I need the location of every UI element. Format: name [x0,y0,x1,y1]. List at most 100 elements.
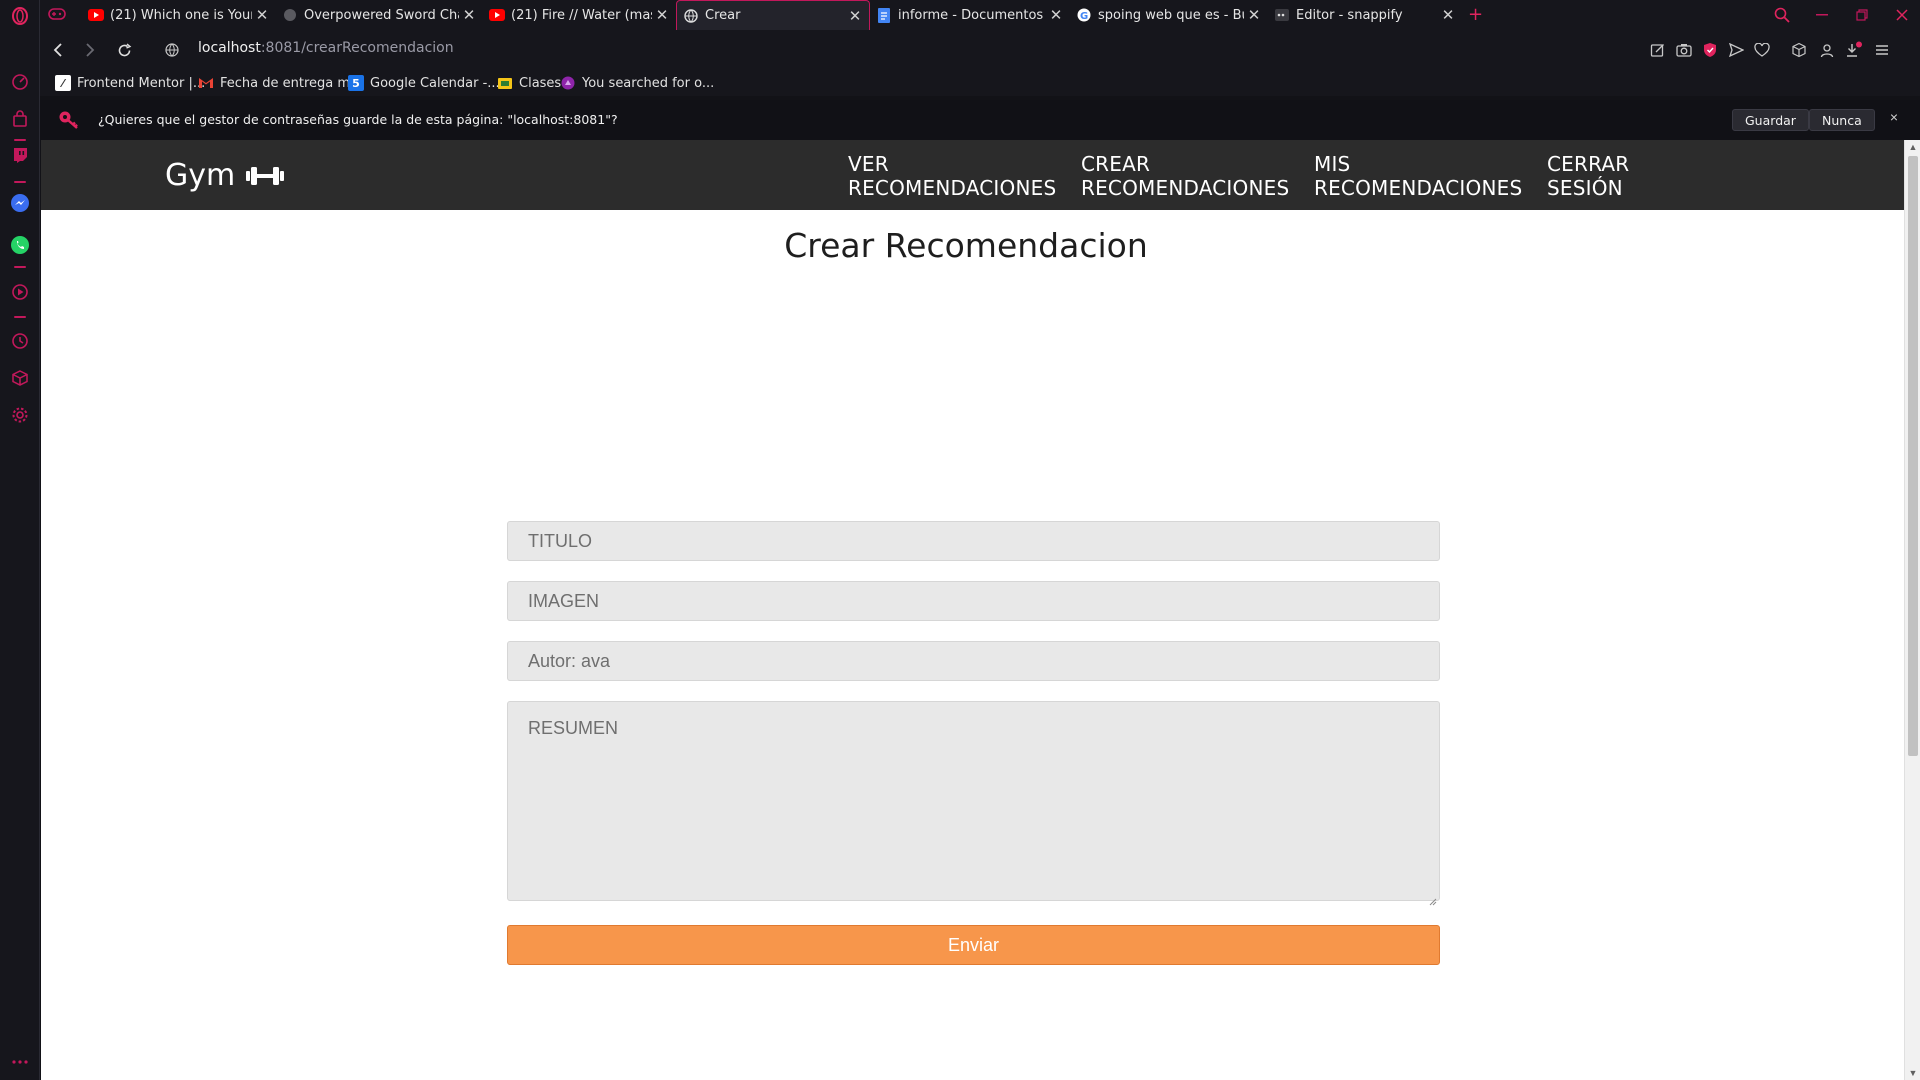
window-close-icon[interactable] [1882,0,1920,30]
google-icon: G [1076,7,1092,23]
sidebar-separator [14,266,26,268]
restore-icon[interactable] [1842,0,1882,30]
tab-snappify[interactable]: Editor - snappify ✕ [1268,0,1462,30]
nav-cerrar-sesion[interactable]: CERRAR SESIÓN [1547,152,1629,200]
scroll-down-icon[interactable]: ▼ [1905,1066,1920,1080]
save-password-button[interactable]: Guardar [1732,109,1809,131]
close-infobar-icon[interactable]: × [1890,109,1898,125]
titulo-placeholder: TITULO [528,531,593,551]
bookmark-gmail[interactable]: Fecha de entrega m... [198,74,362,92]
never-save-button[interactable]: Nunca [1809,109,1875,131]
resumen-textarea[interactable]: RESUMEN [507,701,1440,906]
scrollbar-thumb[interactable] [1908,156,1918,756]
globe-icon [683,8,699,24]
downloads-icon[interactable] [1842,38,1866,62]
tab-title: Editor - snappify [1296,7,1403,23]
url-field[interactable]: localhost:8081/crearRecomendacion [198,40,454,56]
resumen-placeholder: RESUMEN [528,718,619,738]
send-icon[interactable] [1724,38,1748,62]
imagen-input[interactable]: IMAGEN [507,581,1440,621]
opera-sidebar [0,0,40,1080]
tab-google-search[interactable]: G spoing web que es - Busca ✕ [1070,0,1268,30]
extensions-icon[interactable] [1787,38,1811,62]
opera-logo-icon[interactable] [8,4,32,28]
more-options-icon[interactable] [8,1050,32,1074]
tab-title: Overpowered Sword Chapt [304,7,459,23]
tab-title: (21) Fire // Water (mashup) [511,7,652,23]
svg-text:G: G [1080,11,1088,22]
youtube-icon [88,7,104,23]
tab-crear[interactable]: Crear ✕ [676,0,870,30]
site-logo[interactable]: Gym [165,158,285,193]
shopping-bag-icon[interactable] [8,107,32,131]
tab-informe-docs[interactable]: informe - Documentos de G ✕ [870,0,1070,30]
titulo-input[interactable]: TITULO [507,521,1440,561]
close-icon[interactable]: ✕ [252,6,272,24]
whatsapp-icon[interactable] [8,233,32,257]
youtube-icon [489,7,505,23]
extensions-cube-icon[interactable] [8,366,32,390]
globe-icon [282,7,298,23]
profile-icon[interactable] [1815,38,1839,62]
bookmarks-bar: ⁄ Frontend Mentor |... Fecha de entrega … [40,70,1920,96]
bookmark-you-searched[interactable]: You searched for o... [560,74,714,92]
close-icon[interactable]: ✕ [459,6,479,24]
tab-youtube-favorite[interactable]: (21) Which one is Your favo ✕ [82,0,276,30]
tab-overpowered-sword[interactable]: Overpowered Sword Chapt ✕ [276,0,483,30]
forward-icon[interactable] [78,38,102,62]
brand-text: Gym [165,158,236,193]
sidebar-separator [14,316,26,318]
close-icon[interactable]: ✕ [1438,6,1458,24]
nav-mis-recomendaciones[interactable]: MIS RECOMENDACIONES [1314,152,1522,200]
twitch-icon[interactable] [8,143,32,167]
minimize-icon[interactable] [1802,0,1842,30]
back-icon[interactable] [46,38,70,62]
reload-icon[interactable] [112,38,136,62]
password-prompt-text: ¿Quieres que el gestor de contraseñas gu… [98,112,618,127]
history-icon[interactable] [8,329,32,353]
messenger-icon[interactable] [8,191,32,215]
player-icon[interactable] [8,280,32,304]
snapshot-edit-icon[interactable] [1646,38,1670,62]
bookmark-label: Clases [519,75,562,91]
key-icon [58,110,80,135]
heart-icon[interactable] [1750,38,1774,62]
site-info-globe-icon[interactable] [160,38,184,62]
tab-search-icon[interactable] [1762,0,1802,30]
sidebar-separator [14,139,26,141]
close-icon[interactable]: ✕ [1244,6,1264,24]
autor-input[interactable]: Autor: ava [507,641,1440,681]
search-result-icon [560,75,576,91]
tab-fire-water[interactable]: (21) Fire // Water (mashup) ✕ [483,0,676,30]
tab-title: Crear [705,8,741,23]
url-path: :8081/crearRecomendacion [260,40,454,56]
speed-dial-icon[interactable] [8,70,32,94]
bookmark-label: You searched for o... [582,75,715,91]
address-bar: localhost:8081/crearRecomendacion [40,30,1920,70]
scroll-up-icon[interactable]: ▲ [1905,140,1920,154]
page-scrollbar[interactable]: ▲ ▼ [1904,140,1920,1080]
adblock-shield-icon[interactable] [1698,38,1722,62]
tab-title: spoing web que es - Busca [1098,7,1244,23]
bookmark-frontend-mentor[interactable]: ⁄ Frontend Mentor |... [55,74,205,92]
close-icon[interactable]: ✕ [652,6,672,24]
bookmark-label: Frontend Mentor |... [77,75,206,91]
enviar-button[interactable]: Enviar [507,925,1440,965]
resize-grip-icon[interactable] [1429,890,1437,906]
nav-ver-recomendaciones[interactable]: VER RECOMENDACIONES [848,152,1056,200]
tab-strip: (21) Which one is Your favo ✕ Overpowere… [40,0,1920,30]
snappify-icon [1274,7,1290,23]
gmail-icon [198,75,214,91]
close-icon[interactable]: ✕ [845,7,865,25]
close-icon[interactable]: ✕ [1046,6,1066,24]
new-tab-plus-icon[interactable]: + [1468,4,1483,25]
page-viewport: Gym VER RECOMENDACIONES CREAR RECOMENDAC… [41,140,1920,1080]
camera-icon[interactable] [1672,38,1696,62]
easy-setup-menu-icon[interactable] [1870,38,1894,62]
nav-crear-recomendaciones[interactable]: CREAR RECOMENDACIONES [1081,152,1289,200]
settings-gear-icon[interactable] [8,403,32,427]
password-save-infobar: ¿Quieres que el gestor de contraseñas gu… [40,100,1920,140]
gamepad-icon[interactable] [48,7,66,26]
bookmark-clases[interactable]: Clases [497,74,561,92]
bookmark-google-calendar[interactable]: 5 Google Calendar -... [348,74,500,92]
